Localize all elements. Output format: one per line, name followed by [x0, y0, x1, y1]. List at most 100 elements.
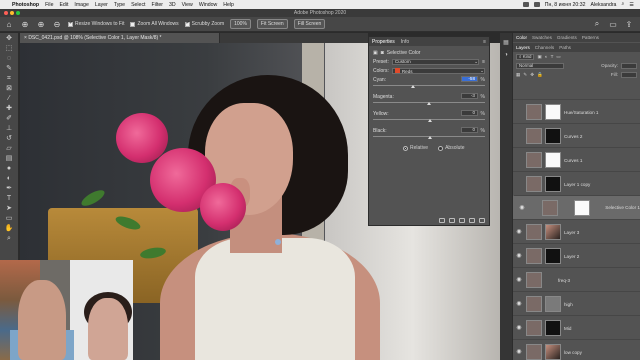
wifi-icon[interactable]	[522, 2, 529, 7]
visibility-eye-icon[interactable]: ◉	[515, 349, 523, 355]
panel-menu-icon[interactable]: ≡	[483, 39, 486, 45]
layer-row[interactable]: ◉ Layer 3	[513, 219, 640, 244]
menu-3d[interactable]: 3D	[169, 2, 176, 8]
home-icon[interactable]: ⌂	[4, 19, 14, 29]
type-tool-icon[interactable]: T	[4, 195, 14, 203]
slider-value-field[interactable]: 0	[461, 127, 478, 133]
layer-row[interactable]: Curves 1	[513, 147, 640, 172]
menubar-user[interactable]: Aleksandra	[590, 2, 616, 8]
visibility-eye-icon[interactable]	[515, 181, 523, 187]
slider-thumb[interactable]	[428, 136, 432, 139]
colors-select[interactable]: Reds ⌄	[391, 67, 485, 74]
close-window-button[interactable]	[4, 11, 8, 15]
hand-tool-icon[interactable]: ✋	[4, 225, 14, 233]
fill-field[interactable]	[621, 71, 637, 78]
workspace-icon[interactable]: ▭	[608, 19, 618, 29]
zoom-tool-icon[interactable]: ⌕	[4, 235, 14, 243]
filter-pixel-icon[interactable]: ▣	[537, 54, 541, 60]
quick-select-tool-icon[interactable]: ✎	[4, 65, 14, 73]
menu-edit[interactable]: Edit	[59, 2, 68, 8]
menu-layer[interactable]: Layer	[95, 2, 108, 8]
menu-filter[interactable]: Filter	[151, 2, 163, 8]
rectangle-tool-icon[interactable]: ▭	[4, 215, 14, 223]
blur-tool-icon[interactable]: ●	[4, 165, 14, 173]
view-previous-icon[interactable]	[449, 218, 455, 223]
lasso-tool-icon[interactable]: ◌	[4, 55, 14, 63]
fit-screen-button[interactable]: Fit Screen	[256, 19, 288, 29]
frame-tool-icon[interactable]: ⊠	[4, 85, 14, 93]
visibility-eye-icon[interactable]: ◉	[515, 253, 523, 259]
visibility-eye-icon[interactable]: ◉	[515, 301, 523, 307]
resize-windows-checkbox[interactable]: Resize Windows to Fit	[68, 20, 124, 27]
zoom-out-icon[interactable]: ⊖	[52, 19, 62, 29]
lock-position-icon[interactable]: ✥	[530, 72, 534, 78]
search-icon[interactable]: ⌕	[592, 19, 602, 29]
share-icon[interactable]: ⇪	[624, 19, 634, 29]
crop-tool-icon[interactable]: ⌗	[4, 75, 14, 83]
kind-filter-select[interactable]: ⌕ Kind	[516, 53, 535, 60]
list-icon[interactable]: ☰	[629, 2, 634, 8]
visibility-eye-icon[interactable]	[515, 109, 523, 115]
layer-row[interactable]: ◉ low copy	[513, 339, 640, 360]
battery-icon[interactable]	[533, 2, 540, 7]
slider-thumb[interactable]	[410, 85, 415, 88]
visibility-eye-icon[interactable]: ◉	[515, 229, 523, 235]
tab-paths[interactable]: Paths	[559, 45, 571, 50]
tab-patterns[interactable]: Patterns	[582, 35, 599, 40]
minimize-window-button[interactable]	[10, 11, 14, 15]
gradient-tool-icon[interactable]: ▤	[4, 155, 14, 163]
document-tab[interactable]: × DSC_0421.psd @ 108% (Selective Color 1…	[20, 33, 220, 43]
slider-value-field[interactable]: 0	[461, 110, 478, 116]
layer-row[interactable]: ◉ Layer 2	[513, 243, 640, 268]
layer-row[interactable]: Hue/Saturation 1	[513, 99, 640, 124]
menu-select[interactable]: Select	[131, 2, 145, 8]
marquee-tool-icon[interactable]: ⬚	[4, 45, 14, 53]
slider-track[interactable]	[373, 85, 485, 86]
menu-file[interactable]: File	[45, 2, 53, 8]
lock-image-icon[interactable]: ✎	[523, 72, 527, 78]
menu-window[interactable]: Window	[199, 2, 217, 8]
visibility-eye-icon[interactable]: ◉	[515, 277, 523, 283]
menu-image[interactable]: Image	[74, 2, 88, 8]
preset-options-icon[interactable]: ≡	[482, 59, 485, 65]
visibility-eye-icon[interactable]	[515, 157, 523, 163]
layer-row[interactable]: ◉ Selective Color 1	[513, 195, 640, 220]
opacity-field[interactable]	[621, 62, 637, 69]
app-menu[interactable]: Photoshop	[12, 2, 39, 8]
eyedropper-tool-icon[interactable]: ⁄	[4, 95, 14, 103]
adjustments-panel-icon[interactable]: ◑	[500, 52, 512, 58]
fill-screen-button[interactable]: Fill Screen	[293, 19, 326, 29]
absolute-radio[interactable]: Absolute	[438, 145, 465, 151]
filter-type-icon[interactable]: T	[551, 54, 554, 59]
zoom-in-icon[interactable]: ⊕	[36, 19, 46, 29]
history-brush-tool-icon[interactable]: ↺	[4, 135, 14, 143]
slider-value-field[interactable]: -58	[461, 76, 478, 82]
tab-info[interactable]: Info	[401, 39, 409, 45]
filter-adjustment-icon[interactable]: ◐	[545, 54, 548, 59]
tab-swatches[interactable]: Swatches	[532, 35, 552, 40]
tab-color[interactable]: Color	[516, 35, 527, 40]
relative-radio[interactable]: Relative	[403, 145, 428, 151]
lock-transparent-icon[interactable]: ▦	[516, 72, 520, 78]
menu-view[interactable]: View	[182, 2, 193, 8]
visibility-eye-icon[interactable]: ◉	[518, 205, 526, 211]
visibility-icon[interactable]	[469, 218, 475, 223]
slider-value-field[interactable]: -3	[461, 93, 478, 99]
eraser-tool-icon[interactable]: ▱	[4, 145, 14, 153]
menu-type[interactable]: Type	[114, 2, 125, 8]
tab-properties[interactable]: Properties	[372, 39, 395, 45]
blend-mode-select[interactable]: Normal	[516, 62, 564, 69]
slider-thumb[interactable]	[428, 119, 432, 122]
zoom-window-button[interactable]	[16, 11, 20, 15]
zoom-tool-icon[interactable]: ⊕	[20, 19, 30, 29]
layer-row[interactable]: Curves 2	[513, 123, 640, 148]
tab-layers[interactable]: Layers	[516, 45, 530, 50]
visibility-eye-icon[interactable]: ◉	[515, 325, 523, 331]
reset-icon[interactable]	[459, 218, 465, 223]
tab-channels[interactable]: Channels	[535, 45, 554, 50]
preset-select[interactable]: Custom ⌄	[391, 58, 480, 65]
layer-row[interactable]: ◉ Mid	[513, 315, 640, 340]
menubar-clock[interactable]: Пн, 8 июня 20:32	[545, 2, 586, 8]
pen-tool-icon[interactable]: ✒	[4, 185, 14, 193]
tab-gradients[interactable]: Gradients	[557, 35, 577, 40]
